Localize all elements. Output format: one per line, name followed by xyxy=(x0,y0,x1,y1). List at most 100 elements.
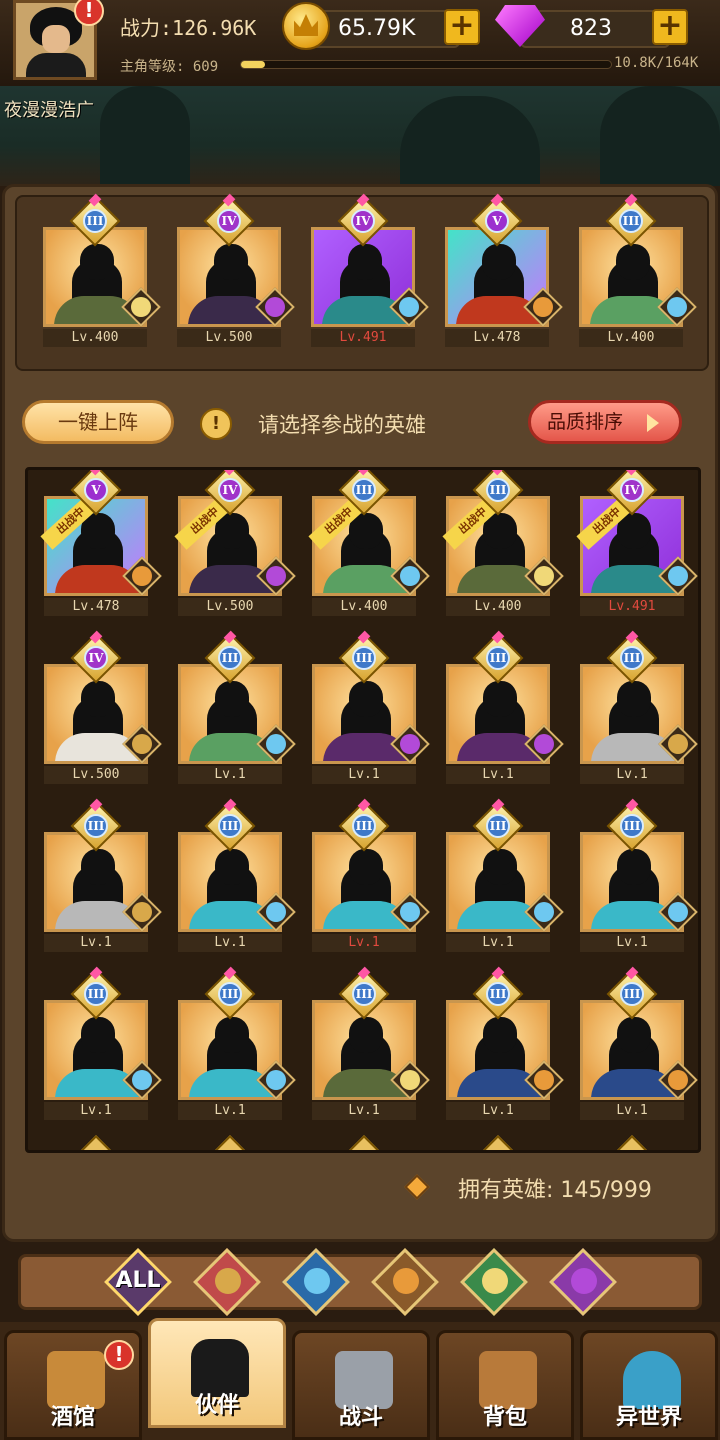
roster-hero-card[interactable]: III Lv.1 xyxy=(178,798,296,952)
hero-head xyxy=(349,849,383,885)
tier-badge-icon: III xyxy=(605,193,657,247)
roster-hero-card[interactable]: III Lv.1 xyxy=(446,966,564,1120)
tier-badge-icon: III xyxy=(472,966,524,1020)
nav-tab-3[interactable]: 战斗 xyxy=(292,1330,430,1440)
faction-elf-icon xyxy=(524,556,564,596)
faction-emblem xyxy=(534,566,554,586)
avatar-alert-icon: ! xyxy=(74,0,104,26)
hero-panel: III Lv.400 IV Lv.500 IV Lv.491 V Lv.478 III Lv.40… xyxy=(2,184,718,1242)
faction-emblem xyxy=(131,297,151,317)
roster-hero-card[interactable]: III Lv.1 xyxy=(446,798,564,952)
faction-emblem xyxy=(132,566,152,586)
hero-level: Lv.1 xyxy=(178,766,282,784)
faction-demon-icon xyxy=(255,287,295,327)
faction-emblem xyxy=(265,297,285,317)
hero-level: Lv.500 xyxy=(178,598,282,616)
hero-head xyxy=(348,244,382,280)
faction-emblem xyxy=(132,902,152,922)
filter-all-button[interactable]: ALL xyxy=(102,1246,174,1318)
faction-sea-icon xyxy=(256,1060,296,1100)
tier-badge-icon: III xyxy=(606,798,658,852)
filter-elf-icon[interactable] xyxy=(458,1246,530,1318)
roster-hero-card[interactable]: III Lv.1 xyxy=(580,630,698,784)
roster-hero-card[interactable]: III Lv.1 xyxy=(580,966,698,1120)
roster-hero-card[interactable]: 出战中 V Lv.478 xyxy=(40,470,162,616)
gold-counter: 65.79K xyxy=(310,10,460,48)
lineup-slot-1[interactable]: III Lv.400 xyxy=(43,193,161,347)
faction-emblem xyxy=(668,902,688,922)
avatar-face xyxy=(42,25,70,53)
lineup-slot-2[interactable]: IV Lv.500 xyxy=(177,193,295,347)
faction-sea-icon xyxy=(389,287,429,327)
roster-hero-card[interactable]: 出战中 IV Lv.491 xyxy=(576,470,698,616)
faction-beast-icon xyxy=(524,1060,564,1100)
tier-badge-icon xyxy=(615,1135,649,1150)
faction-emblem xyxy=(668,734,688,754)
tier-label: V xyxy=(485,209,509,233)
roster-hero-card[interactable]: III Lv.1 xyxy=(44,798,162,952)
tier-label: III xyxy=(486,646,510,670)
gem-value: 823 xyxy=(570,16,612,41)
hero-level: Lv.1 xyxy=(580,766,684,784)
roster-hero-card[interactable]: 出战中 III Lv.400 xyxy=(308,470,430,616)
faction-emblem xyxy=(266,734,286,754)
roster-hero-card[interactable]: 出战中 IV Lv.500 xyxy=(174,470,296,616)
filter-emblem xyxy=(571,1268,597,1294)
hero-level: Lv.1 xyxy=(446,934,550,952)
tier-label: III xyxy=(486,814,510,838)
roster-hero-card[interactable]: III Lv.1 xyxy=(446,630,564,784)
filter-human-icon[interactable] xyxy=(191,1246,263,1318)
tier-badge-icon xyxy=(347,1135,381,1150)
faction-emblem xyxy=(266,566,286,586)
tier-label: III xyxy=(218,982,242,1006)
faction-emblem xyxy=(668,566,688,586)
roster-hero-card[interactable]: III Lv.1 xyxy=(44,966,162,1120)
filter-emblem xyxy=(215,1268,241,1294)
auto-deploy-button[interactable]: 一键上阵 xyxy=(22,400,174,444)
lineup-slot-5[interactable]: III Lv.400 xyxy=(579,193,697,347)
faction-emblem xyxy=(668,1070,688,1090)
hero-level: Lv.1 xyxy=(44,934,148,952)
roster-hero-card[interactable]: III Lv.1 xyxy=(178,966,296,1120)
filter-demon-icon[interactable] xyxy=(547,1246,619,1318)
quality-sort-button[interactable]: 品质排序 xyxy=(528,400,682,444)
nav-tab-4[interactable]: 背包 xyxy=(436,1330,574,1440)
add-gold-button[interactable]: + xyxy=(444,9,480,45)
player-level: 主角等级: 609 xyxy=(120,59,219,75)
roster-hero-card[interactable]: 出战中 III Lv.400 xyxy=(442,470,564,616)
owned-heroes-count: 拥有英雄: 145/999 xyxy=(458,1172,652,1204)
hero-head xyxy=(482,244,516,280)
nav-tab-2[interactable]: 伙伴 xyxy=(148,1318,286,1428)
hero-level: Lv.1 xyxy=(312,934,416,952)
roster-hero-card[interactable]: III Lv.1 xyxy=(580,798,698,952)
roster-hero-card[interactable]: IV Lv.500 xyxy=(44,630,162,784)
filter-sea-icon[interactable] xyxy=(280,1246,352,1318)
tier-badge-icon: III xyxy=(606,630,658,684)
info-icon[interactable]: ! xyxy=(200,408,232,440)
faction-human-icon xyxy=(658,724,698,764)
filter-all-label: ALL xyxy=(115,1268,161,1293)
owned-label: 拥有英雄: xyxy=(458,1178,554,1203)
faction-emblem xyxy=(400,902,420,922)
hero-level: Lv.491 xyxy=(311,329,415,347)
lineup-slot-4[interactable]: V Lv.478 xyxy=(445,193,563,347)
tier-label: III xyxy=(352,982,376,1006)
nav-tab-label: 背包 xyxy=(482,1405,527,1430)
faction-demon-icon xyxy=(256,556,296,596)
lineup-slot-3[interactable]: IV Lv.491 xyxy=(311,193,429,347)
roster-hero-card[interactable]: III Lv.1 xyxy=(312,630,430,784)
faction-emblem xyxy=(266,1070,286,1090)
add-gem-button[interactable]: + xyxy=(652,9,688,45)
roster-hero-card[interactable]: III Lv.1 xyxy=(312,798,430,952)
filter-beast-icon[interactable] xyxy=(369,1246,441,1318)
hero-level: Lv.1 xyxy=(44,1102,148,1120)
faction-emblem xyxy=(399,297,419,317)
faction-elf-icon xyxy=(390,1060,430,1100)
roster-hero-card[interactable]: III Lv.1 xyxy=(178,630,296,784)
power-value: 战力:126.96K xyxy=(120,16,257,40)
hero-level: Lv.1 xyxy=(580,1102,684,1120)
nav-tab-5[interactable]: 异世界 xyxy=(580,1330,718,1440)
faction-sea-icon xyxy=(256,892,296,932)
roster-hero-card[interactable]: III Lv.1 xyxy=(312,966,430,1120)
hero-level: Lv.478 xyxy=(445,329,549,347)
